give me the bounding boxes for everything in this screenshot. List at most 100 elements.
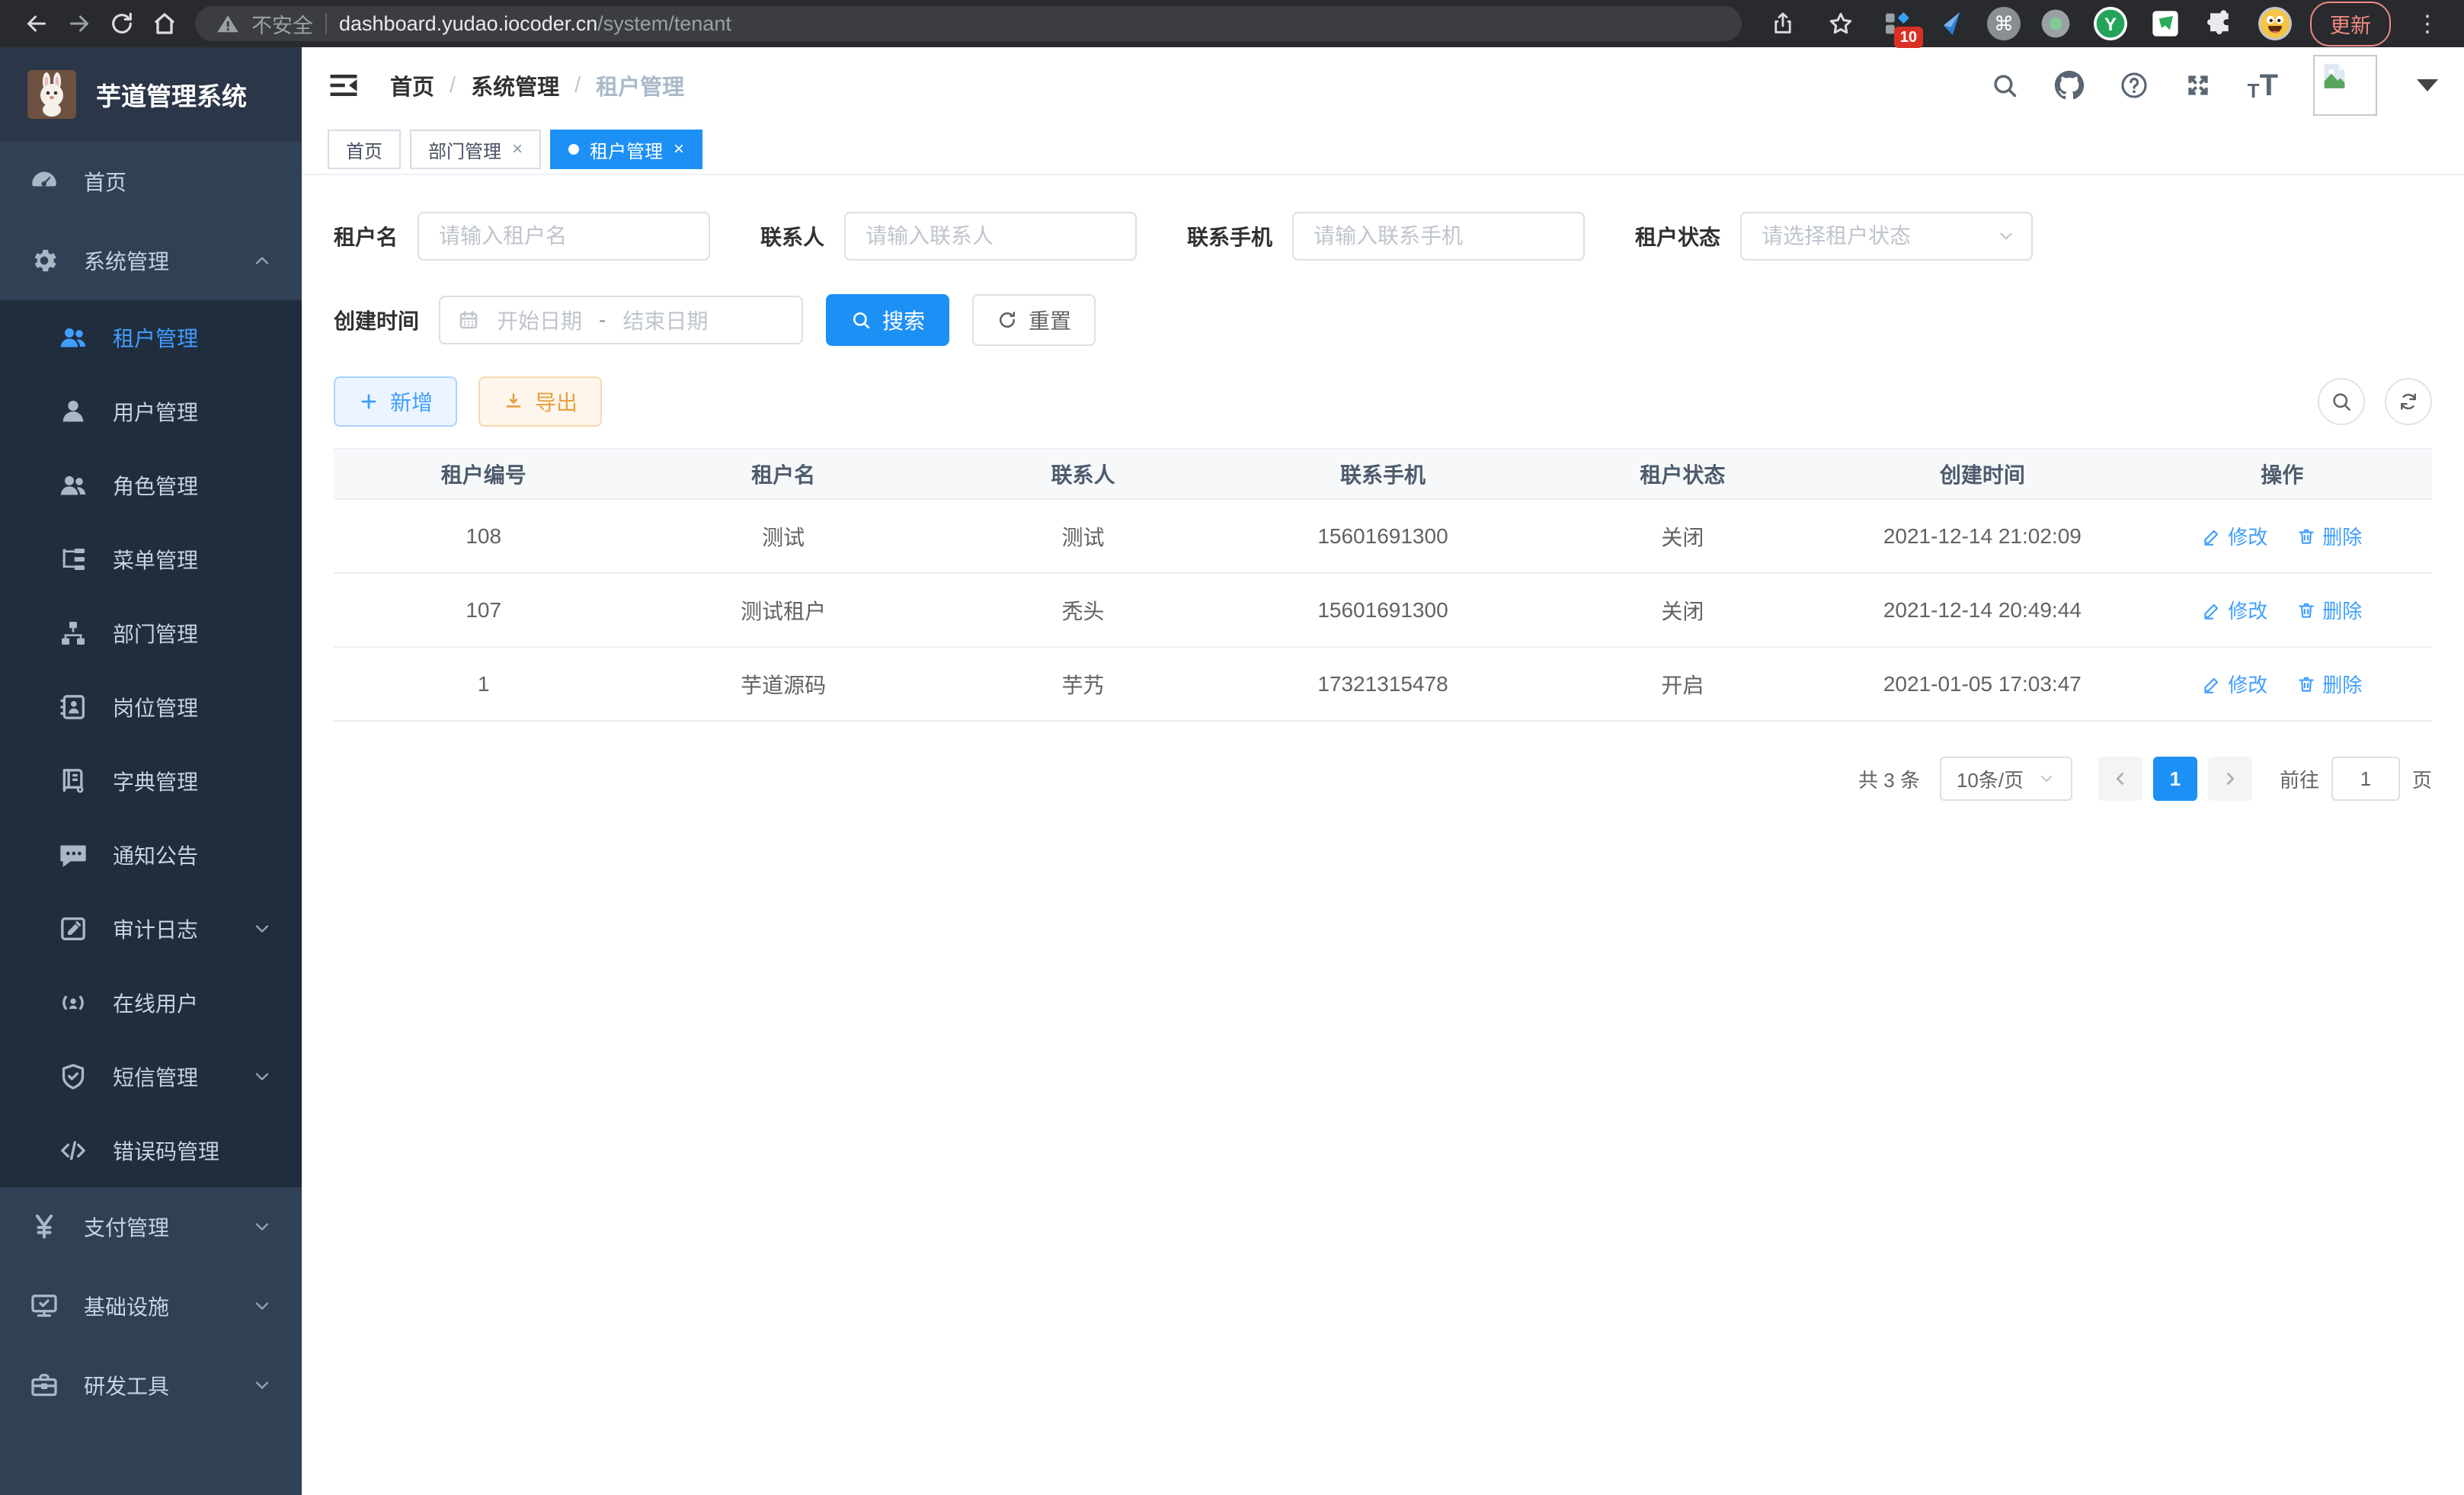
sidebar-item-system[interactable]: 系统管理 [0, 221, 302, 300]
reload-icon[interactable] [101, 4, 143, 43]
app-logo [27, 70, 76, 119]
sidebar-item-sms[interactable]: 短信管理 [0, 1039, 302, 1113]
cell-created: 2021-01-05 17:03:47 [1832, 672, 2132, 696]
toolbox-icon [29, 1370, 59, 1401]
search-button[interactable]: 搜索 [826, 294, 949, 346]
filter-tenant-name: 租户名 [334, 212, 710, 261]
sidebar-item-infra[interactable]: 基础设施 [0, 1266, 302, 1346]
page-1-button[interactable]: 1 [2153, 757, 2197, 801]
goto-page-input[interactable] [2331, 757, 2400, 801]
sidebar-item-user[interactable]: 用户管理 [0, 374, 302, 448]
sidebar-item-online-users[interactable]: 在线用户 [0, 965, 302, 1039]
recorder-extension-icon[interactable] [2036, 4, 2075, 43]
sidebar-item-label: 租户管理 [113, 322, 198, 353]
user-avatar[interactable] [2313, 55, 2377, 116]
status-select-input[interactable] [1740, 212, 2033, 261]
monitor-icon [29, 1291, 59, 1321]
sidebar-item-dev-tools[interactable]: 研发工具 [0, 1346, 302, 1425]
status-select[interactable] [1740, 212, 2033, 261]
reset-button[interactable]: 重置 [972, 294, 1096, 346]
user-icon [58, 396, 88, 427]
contact-input[interactable] [844, 212, 1137, 261]
chevron-down-icon [251, 1375, 273, 1396]
sidebar-item-dept[interactable]: 部门管理 [0, 596, 302, 670]
delete-link[interactable]: 删除 [2296, 522, 2362, 550]
sidebar-item-post[interactable]: 岗位管理 [0, 670, 302, 744]
github-icon[interactable] [2054, 70, 2085, 101]
phone-input[interactable] [1292, 212, 1585, 261]
sidebar-item-label: 部门管理 [113, 618, 198, 648]
browser-update-button[interactable]: 更新 [2310, 2, 2391, 46]
contact-label: 联系人 [760, 221, 824, 251]
sidebar-item-home[interactable]: 首页 [0, 142, 302, 221]
breadcrumb-system[interactable]: 系统管理 [471, 69, 559, 101]
edit-label: 修改 [2228, 522, 2267, 550]
audit-log-icon [58, 914, 88, 944]
fullscreen-icon[interactable] [2184, 71, 2213, 100]
sidebar-item-pay[interactable]: 支付管理 [0, 1187, 302, 1266]
edit-link[interactable]: 修改 [2202, 522, 2267, 550]
share-icon[interactable] [1762, 4, 1804, 43]
profile-avatar-icon[interactable] [2255, 4, 2295, 43]
export-button[interactable]: 导出 [478, 376, 602, 427]
show-search-button[interactable] [2318, 378, 2365, 425]
date-range-picker[interactable]: 开始日期 - 结束日期 [439, 296, 803, 344]
sidebar-item-role[interactable]: 角色管理 [0, 448, 302, 522]
page-size-value: 10条/页 [1957, 765, 2024, 793]
system-submenu: 租户管理 用户管理 角色管理 菜单管理 [0, 300, 302, 1187]
browser-menu-icon[interactable]: ⋮ [2406, 4, 2449, 43]
tab-home[interactable]: 首页 [328, 130, 401, 169]
tab-tenant[interactable]: 租户管理 × [550, 130, 702, 169]
sidebar-item-menu[interactable]: 菜单管理 [0, 522, 302, 596]
filter-status: 租户状态 [1635, 212, 2033, 261]
cell-created: 2021-12-14 21:02:09 [1832, 524, 2132, 549]
y-logo-extension-icon[interactable]: Y [2091, 4, 2130, 43]
chevron-left-icon [2110, 769, 2130, 789]
breadcrumb-home[interactable]: 首页 [390, 69, 434, 101]
broadcast-user-icon [58, 988, 88, 1018]
delete-link[interactable]: 删除 [2296, 670, 2362, 698]
kite-extension-icon[interactable] [1932, 4, 1972, 43]
prev-page-button[interactable] [2098, 757, 2142, 801]
delete-link[interactable]: 删除 [2296, 596, 2362, 624]
cell-status: 关闭 [1533, 521, 1832, 552]
edit-link[interactable]: 修改 [2202, 670, 2267, 698]
sidebar-item-notice[interactable]: 通知公告 [0, 818, 302, 892]
close-tab-icon[interactable]: × [674, 139, 684, 160]
goto-label: 前往 [2280, 765, 2319, 793]
font-size-icon[interactable]: TT [2248, 70, 2278, 101]
page-size-select[interactable]: 10条/页 [1940, 757, 2072, 801]
url-bar[interactable]: 不安全 dashboard.yudao.iocoder.cn/system/te… [195, 6, 1742, 41]
sidebar-item-label: 基础设施 [84, 1291, 169, 1321]
yen-icon [29, 1212, 59, 1242]
sidebar-item-label: 短信管理 [113, 1061, 198, 1092]
add-button[interactable]: 新增 [334, 376, 457, 427]
chevron-down-icon [251, 1216, 273, 1237]
command-extension-icon[interactable]: ⌘ [1987, 7, 2021, 40]
tab-dept[interactable]: 部门管理 × [410, 130, 541, 169]
home-icon[interactable] [143, 4, 186, 43]
refresh-table-button[interactable] [2385, 378, 2432, 425]
sidebar-item-audit-log[interactable]: 审计日志 [0, 892, 302, 965]
sidebar-item-tenant[interactable]: 租户管理 [0, 300, 302, 374]
help-icon[interactable] [2120, 71, 2149, 100]
sidebar-item-dict[interactable]: 字典管理 [0, 744, 302, 818]
collapse-sidebar-icon[interactable] [328, 72, 360, 99]
back-icon[interactable] [15, 4, 58, 43]
pagination: 共 3 条 10条/页 1 前往 页 [334, 757, 2432, 801]
avatar-dropdown-caret-icon[interactable] [2417, 79, 2438, 91]
sidebar-item-error-code[interactable]: 错误码管理 [0, 1113, 302, 1187]
forward-icon[interactable] [58, 4, 101, 43]
sidebar-item-label: 角色管理 [113, 470, 198, 501]
next-page-button[interactable] [2208, 757, 2252, 801]
bookmark-star-icon[interactable] [1819, 4, 1862, 43]
update-label: 更新 [2330, 14, 2371, 37]
close-tab-icon[interactable]: × [512, 139, 523, 160]
puzzle-extensions-icon[interactable] [2200, 4, 2240, 43]
col-header-status: 租户状态 [1533, 459, 1832, 489]
tenant-name-input[interactable] [418, 212, 710, 261]
edit-link[interactable]: 修改 [2202, 596, 2267, 624]
search-icon[interactable] [1990, 71, 2019, 100]
extension-grid-icon[interactable]: 10 [1877, 4, 1917, 43]
chat-extension-icon[interactable] [2146, 4, 2185, 43]
